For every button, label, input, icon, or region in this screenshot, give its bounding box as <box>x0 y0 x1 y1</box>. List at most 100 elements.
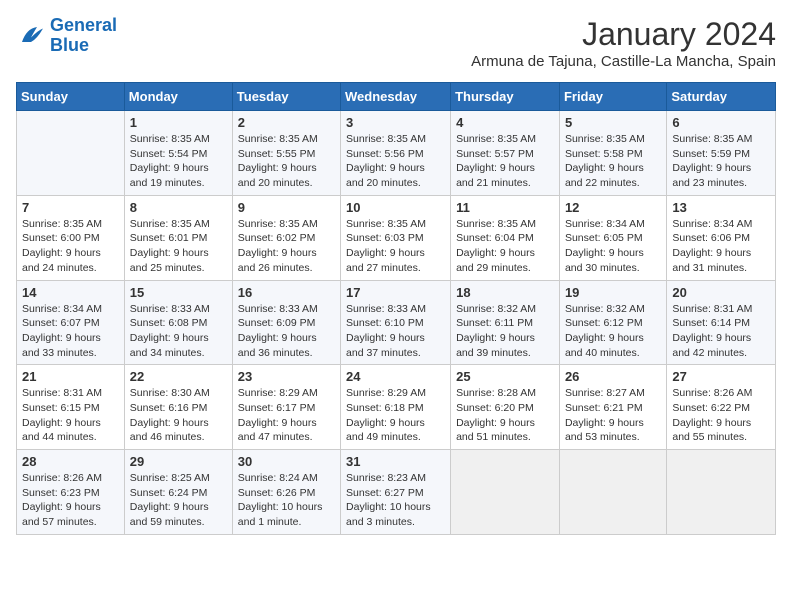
calendar-cell: 23Sunrise: 8:29 AMSunset: 6:17 PMDayligh… <box>232 365 340 450</box>
calendar-week-row: 1 Sunrise: 8:35 AMSunset: 5:54 PMDaylight… <box>17 111 776 196</box>
day-number: 1 <box>130 115 227 130</box>
day-number: 15 <box>130 285 227 300</box>
day-info: Sunrise: 8:33 AMSunset: 6:09 PMDaylight:… <box>238 302 335 361</box>
day-info: Sunrise: 8:25 AMSunset: 6:24 PMDaylight:… <box>130 471 227 530</box>
day-info: Sunrise: 8:35 AMSunset: 6:03 PMDaylight:… <box>346 217 445 276</box>
logo: General Blue <box>16 16 117 56</box>
calendar-cell: 2 Sunrise: 8:35 AMSunset: 5:55 PMDaylight… <box>232 111 340 196</box>
calendar-cell: 18 Sunrise: 8:32 AMSunset: 6:11 PMDayligh… <box>451 280 560 365</box>
day-info: Sunrise: 8:35 AMSunset: 5:55 PMDaylight:… <box>238 132 335 191</box>
day-number: 21 <box>22 369 119 384</box>
calendar-cell: 31Sunrise: 8:23 AMSunset: 6:27 PMDayligh… <box>341 450 451 535</box>
calendar-cell: 14Sunrise: 8:34 AMSunset: 6:07 PMDayligh… <box>17 280 125 365</box>
calendar-subtitle: Armuna de Tajuna, Castille-La Mancha, Sp… <box>471 53 776 70</box>
calendar-week-row: 21 Sunrise: 8:31 AMSunset: 6:15 PMDayligh… <box>17 365 776 450</box>
calendar-cell: 19 Sunrise: 8:32 AMSunset: 6:12 PMDayligh… <box>559 280 666 365</box>
day-info: Sunrise: 8:24 AMSunset: 6:26 PMDaylight:… <box>238 471 335 530</box>
day-number: 10 <box>346 200 445 215</box>
calendar-cell: 26 Sunrise: 8:27 AMSunset: 6:21 PMDayligh… <box>559 365 666 450</box>
calendar-cell: 1 Sunrise: 8:35 AMSunset: 5:54 PMDaylight… <box>124 111 232 196</box>
day-number: 25 <box>456 369 554 384</box>
day-info: Sunrise: 8:28 AMSunset: 6:20 PMDaylight:… <box>456 386 554 445</box>
calendar-cell: 16 Sunrise: 8:33 AMSunset: 6:09 PMDayligh… <box>232 280 340 365</box>
calendar-week-row: 14Sunrise: 8:34 AMSunset: 6:07 PMDayligh… <box>17 280 776 365</box>
day-number: 11 <box>456 200 554 215</box>
calendar-cell: 10 Sunrise: 8:35 AMSunset: 6:03 PMDayligh… <box>341 195 451 280</box>
calendar-cell: 17Sunrise: 8:33 AMSunset: 6:10 PMDayligh… <box>341 280 451 365</box>
day-info: Sunrise: 8:35 AMSunset: 5:54 PMDaylight:… <box>130 132 227 191</box>
day-number: 28 <box>22 454 119 469</box>
calendar-cell <box>559 450 666 535</box>
day-number: 18 <box>456 285 554 300</box>
logo-line1: General <box>50 15 117 35</box>
day-info: Sunrise: 8:35 AMSunset: 5:58 PMDaylight:… <box>565 132 661 191</box>
calendar-cell: 6Sunrise: 8:35 AMSunset: 5:59 PMDaylight… <box>667 111 776 196</box>
weekday-header-wednesday: Wednesday <box>341 83 451 111</box>
calendar-cell: 3 Sunrise: 8:35 AMSunset: 5:56 PMDaylight… <box>341 111 451 196</box>
calendar-cell: 20 Sunrise: 8:31 AMSunset: 6:14 PMDayligh… <box>667 280 776 365</box>
day-number: 16 <box>238 285 335 300</box>
day-info: Sunrise: 8:32 AMSunset: 6:12 PMDaylight:… <box>565 302 661 361</box>
day-number: 13 <box>672 200 770 215</box>
day-info: Sunrise: 8:30 AMSunset: 6:16 PMDaylight:… <box>130 386 227 445</box>
day-number: 26 <box>565 369 661 384</box>
day-info: Sunrise: 8:26 AMSunset: 6:23 PMDaylight:… <box>22 471 119 530</box>
day-number: 9 <box>238 200 335 215</box>
day-number: 24 <box>346 369 445 384</box>
calendar-cell: 29 Sunrise: 8:25 AMSunset: 6:24 PMDayligh… <box>124 450 232 535</box>
calendar-cell <box>667 450 776 535</box>
day-number: 30 <box>238 454 335 469</box>
day-number: 12 <box>565 200 661 215</box>
calendar-cell: 25 Sunrise: 8:28 AMSunset: 6:20 PMDayligh… <box>451 365 560 450</box>
day-number: 29 <box>130 454 227 469</box>
day-info: Sunrise: 8:35 AMSunset: 6:04 PMDaylight:… <box>456 217 554 276</box>
calendar-cell: 27 Sunrise: 8:26 AMSunset: 6:22 PMDayligh… <box>667 365 776 450</box>
logo-text: General Blue <box>50 16 117 56</box>
calendar-cell: 11 Sunrise: 8:35 AMSunset: 6:04 PMDayligh… <box>451 195 560 280</box>
calendar-table: SundayMondayTuesdayWednesdayThursdayFrid… <box>16 82 776 535</box>
day-number: 22 <box>130 369 227 384</box>
calendar-cell: 12 Sunrise: 8:34 AMSunset: 6:05 PMDayligh… <box>559 195 666 280</box>
day-info: Sunrise: 8:29 AMSunset: 6:18 PMDaylight:… <box>346 386 445 445</box>
day-info: Sunrise: 8:35 AMSunset: 5:59 PMDaylight:… <box>672 132 770 191</box>
day-number: 19 <box>565 285 661 300</box>
day-info: Sunrise: 8:23 AMSunset: 6:27 PMDaylight:… <box>346 471 445 530</box>
day-number: 14 <box>22 285 119 300</box>
title-section: January 2024 Armuna de Tajuna, Castille-… <box>471 16 776 70</box>
day-info: Sunrise: 8:32 AMSunset: 6:11 PMDaylight:… <box>456 302 554 361</box>
weekday-header-monday: Monday <box>124 83 232 111</box>
day-number: 2 <box>238 115 335 130</box>
calendar-cell: 30 Sunrise: 8:24 AMSunset: 6:26 PMDayligh… <box>232 450 340 535</box>
day-info: Sunrise: 8:34 AMSunset: 6:05 PMDaylight:… <box>565 217 661 276</box>
day-number: 4 <box>456 115 554 130</box>
weekday-header-friday: Friday <box>559 83 666 111</box>
day-info: Sunrise: 8:31 AMSunset: 6:14 PMDaylight:… <box>672 302 770 361</box>
day-info: Sunrise: 8:26 AMSunset: 6:22 PMDaylight:… <box>672 386 770 445</box>
day-info: Sunrise: 8:35 AMSunset: 6:01 PMDaylight:… <box>130 217 227 276</box>
calendar-cell: 24 Sunrise: 8:29 AMSunset: 6:18 PMDayligh… <box>341 365 451 450</box>
day-number: 27 <box>672 369 770 384</box>
calendar-cell: 13 Sunrise: 8:34 AMSunset: 6:06 PMDayligh… <box>667 195 776 280</box>
weekday-header-sunday: Sunday <box>17 83 125 111</box>
calendar-week-row: 7Sunrise: 8:35 AMSunset: 6:00 PMDaylight… <box>17 195 776 280</box>
day-info: Sunrise: 8:35 AMSunset: 6:02 PMDaylight:… <box>238 217 335 276</box>
calendar-cell: 4 Sunrise: 8:35 AMSunset: 5:57 PMDaylight… <box>451 111 560 196</box>
day-info: Sunrise: 8:35 AMSunset: 6:00 PMDaylight:… <box>22 217 119 276</box>
day-number: 20 <box>672 285 770 300</box>
day-info: Sunrise: 8:33 AMSunset: 6:08 PMDaylight:… <box>130 302 227 361</box>
calendar-cell: 21 Sunrise: 8:31 AMSunset: 6:15 PMDayligh… <box>17 365 125 450</box>
day-info: Sunrise: 8:27 AMSunset: 6:21 PMDaylight:… <box>565 386 661 445</box>
day-info: Sunrise: 8:33 AMSunset: 6:10 PMDaylight:… <box>346 302 445 361</box>
day-info: Sunrise: 8:34 AMSunset: 6:06 PMDaylight:… <box>672 217 770 276</box>
day-info: Sunrise: 8:31 AMSunset: 6:15 PMDaylight:… <box>22 386 119 445</box>
weekday-header-tuesday: Tuesday <box>232 83 340 111</box>
calendar-cell: 28 Sunrise: 8:26 AMSunset: 6:23 PMDayligh… <box>17 450 125 535</box>
calendar-cell: 22 Sunrise: 8:30 AMSunset: 6:16 PMDayligh… <box>124 365 232 450</box>
calendar-title: January 2024 <box>471 16 776 53</box>
calendar-cell: 8Sunrise: 8:35 AMSunset: 6:01 PMDaylight… <box>124 195 232 280</box>
day-info: Sunrise: 8:35 AMSunset: 5:57 PMDaylight:… <box>456 132 554 191</box>
day-number: 3 <box>346 115 445 130</box>
logo-line2: Blue <box>50 35 89 55</box>
day-number: 23 <box>238 369 335 384</box>
day-info: Sunrise: 8:35 AMSunset: 5:56 PMDaylight:… <box>346 132 445 191</box>
